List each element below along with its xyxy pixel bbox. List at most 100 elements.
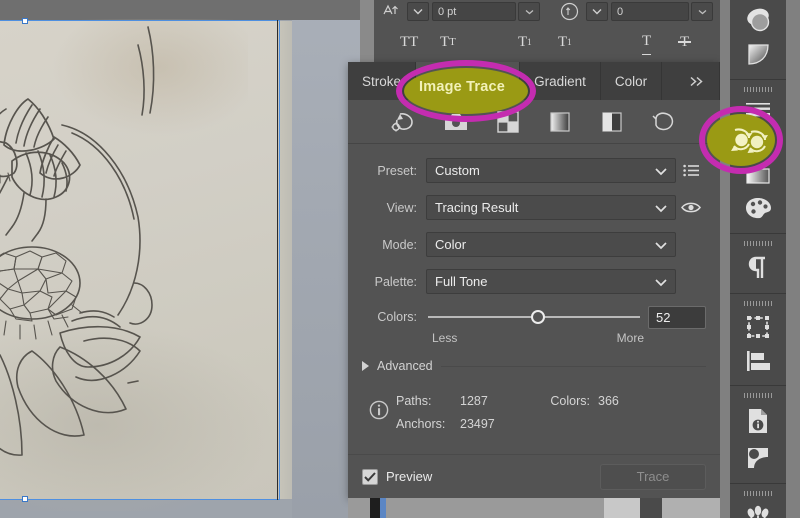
selection-handle[interactable] bbox=[22, 18, 28, 24]
eye-icon[interactable] bbox=[676, 201, 706, 214]
under-strip-dark-2 bbox=[640, 498, 662, 518]
palette-value: Full Tone bbox=[435, 274, 488, 289]
view-select[interactable]: Tracing Result bbox=[426, 195, 676, 220]
gradient-swatch-icon[interactable] bbox=[730, 162, 786, 190]
preset-select[interactable]: Custom bbox=[426, 158, 676, 183]
baseline-shift-stepper[interactable] bbox=[407, 2, 429, 21]
tab-color[interactable]: Color bbox=[601, 62, 663, 100]
color-palette-icon[interactable] bbox=[730, 190, 786, 226]
character-toolbar-row-1: 0 pt 0 bbox=[374, 0, 720, 22]
rail-group-symbols bbox=[730, 484, 786, 518]
3d-sphere-icon[interactable] bbox=[730, 2, 786, 38]
rail-grip[interactable] bbox=[744, 301, 772, 306]
chevron-down-icon bbox=[655, 274, 667, 289]
superscript-button[interactable]: T1 bbox=[518, 29, 532, 55]
rotation-stepper[interactable] bbox=[586, 2, 608, 21]
paths-label: Paths: bbox=[396, 393, 432, 408]
rail-group-appearance bbox=[730, 0, 786, 80]
panel-tab-bar: Stroke Image Trace Gradient Color bbox=[348, 62, 720, 100]
mode-label: Mode: bbox=[382, 237, 417, 252]
small-caps-button[interactable]: TT bbox=[440, 29, 456, 55]
canvas-top-gutter bbox=[0, 0, 360, 20]
rail-group-document bbox=[730, 386, 786, 484]
chevron-double-right-icon bbox=[690, 76, 703, 86]
app-window: 0 pt 0 TT TT T1 T1 T T bbox=[0, 0, 800, 518]
anchors-label: Anchors: bbox=[396, 416, 446, 431]
preview-label: Preview bbox=[386, 469, 433, 484]
preset-row: Preset: Custom bbox=[362, 156, 706, 185]
panel-rail bbox=[720, 0, 800, 518]
tab-image-trace-label[interactable]: Image Trace bbox=[419, 79, 505, 95]
chevron-down-icon bbox=[655, 163, 667, 178]
palette-row: Palette: Full Tone bbox=[362, 267, 706, 296]
gradient-wedge-icon[interactable] bbox=[730, 38, 786, 72]
canvas-area[interactable] bbox=[0, 0, 360, 518]
subscript-button[interactable]: T1 bbox=[558, 29, 572, 55]
colors-count-value: 366 bbox=[598, 393, 619, 408]
stat-row: Paths: 1287 Colors: 366 bbox=[396, 389, 706, 412]
stat-row: Anchors: 23497 bbox=[396, 412, 706, 435]
rail-group-transform bbox=[730, 294, 786, 386]
slider-max-label: More bbox=[616, 331, 644, 345]
links-icon[interactable] bbox=[730, 440, 786, 476]
panel-overflow-button[interactable] bbox=[675, 62, 720, 100]
mode-select[interactable]: Color bbox=[426, 232, 676, 257]
preview-checkbox[interactable] bbox=[362, 468, 378, 485]
character-toolbar: 0 pt 0 TT TT T1 T1 T T bbox=[374, 0, 720, 62]
baseline-shift-icon bbox=[383, 4, 398, 15]
mode-value: Color bbox=[435, 237, 467, 252]
preset-label: Preset: bbox=[377, 163, 417, 178]
colors-slider[interactable] bbox=[428, 310, 640, 324]
rail-group-type bbox=[730, 234, 786, 294]
selection-handle[interactable] bbox=[22, 496, 28, 502]
outline-icon[interactable] bbox=[651, 109, 677, 135]
strikethrough-button[interactable]: T bbox=[678, 29, 692, 55]
anchors-value: 23497 bbox=[460, 416, 495, 431]
auto-color-icon[interactable] bbox=[391, 109, 417, 135]
checkmark-icon bbox=[364, 471, 376, 482]
image-trace-panel: Stroke Image Trace Gradient Color bbox=[348, 62, 720, 498]
preset-value: Custom bbox=[435, 163, 480, 178]
colors-value-field[interactable]: 52 bbox=[648, 305, 706, 329]
divider bbox=[440, 365, 706, 367]
colors-slider-row: Colors: 52 bbox=[362, 304, 706, 330]
preset-menu-icon[interactable] bbox=[676, 164, 706, 177]
black-and-white-icon[interactable] bbox=[599, 109, 625, 135]
high-fidelity-photo-icon[interactable] bbox=[443, 109, 469, 135]
paragraph-icon[interactable] bbox=[730, 250, 786, 286]
symbols-icon[interactable] bbox=[730, 500, 786, 518]
trace-settings-form: Preset: Custom View: Tracing Result Mode… bbox=[348, 144, 720, 345]
limited-color-icon[interactable] bbox=[495, 109, 521, 135]
tab-gradient[interactable]: Gradient bbox=[520, 62, 601, 100]
statistics-grid: Paths: 1287 Colors: 366 Anchors: 23497 bbox=[396, 389, 706, 435]
colors-count-label: Colors: bbox=[550, 393, 590, 408]
rail-grip[interactable] bbox=[744, 491, 772, 496]
trace-statistics: Paths: 1287 Colors: 366 Anchors: 23497 bbox=[348, 383, 720, 443]
baseline-shift-field[interactable]: 0 pt bbox=[432, 2, 516, 21]
rail-grip[interactable] bbox=[744, 87, 772, 92]
stroke-lines-icon[interactable] bbox=[730, 96, 786, 122]
align-icon[interactable] bbox=[730, 344, 786, 378]
trace-button[interactable]: Trace bbox=[600, 463, 706, 490]
tab-stroke[interactable]: Stroke bbox=[348, 62, 417, 100]
palette-select[interactable]: Full Tone bbox=[426, 269, 676, 294]
all-caps-button[interactable]: TT bbox=[400, 29, 418, 55]
underline-button[interactable]: T bbox=[642, 29, 652, 55]
triangle-right-icon bbox=[362, 361, 369, 371]
baseline-shift-unit-stepper[interactable] bbox=[518, 2, 540, 21]
document-info-icon[interactable] bbox=[730, 402, 786, 440]
grayscale-icon[interactable] bbox=[547, 109, 573, 135]
chevron-down-icon bbox=[655, 200, 667, 215]
rotation-unit-stepper[interactable] bbox=[691, 2, 713, 21]
advanced-label: Advanced bbox=[377, 359, 433, 373]
rail-grip[interactable] bbox=[744, 393, 772, 398]
artboard-edge-shade bbox=[278, 21, 292, 499]
character-toolbar-row-2: TT TT T1 T1 T T bbox=[374, 22, 720, 62]
chevron-down-icon bbox=[655, 237, 667, 252]
paths-value: 1287 bbox=[460, 393, 488, 408]
transform-icon[interactable] bbox=[730, 310, 786, 344]
advanced-disclosure[interactable]: Advanced bbox=[348, 345, 720, 383]
rotation-field[interactable]: 0 bbox=[611, 2, 689, 21]
slider-thumb[interactable] bbox=[531, 310, 546, 324]
rail-grip[interactable] bbox=[744, 241, 772, 246]
